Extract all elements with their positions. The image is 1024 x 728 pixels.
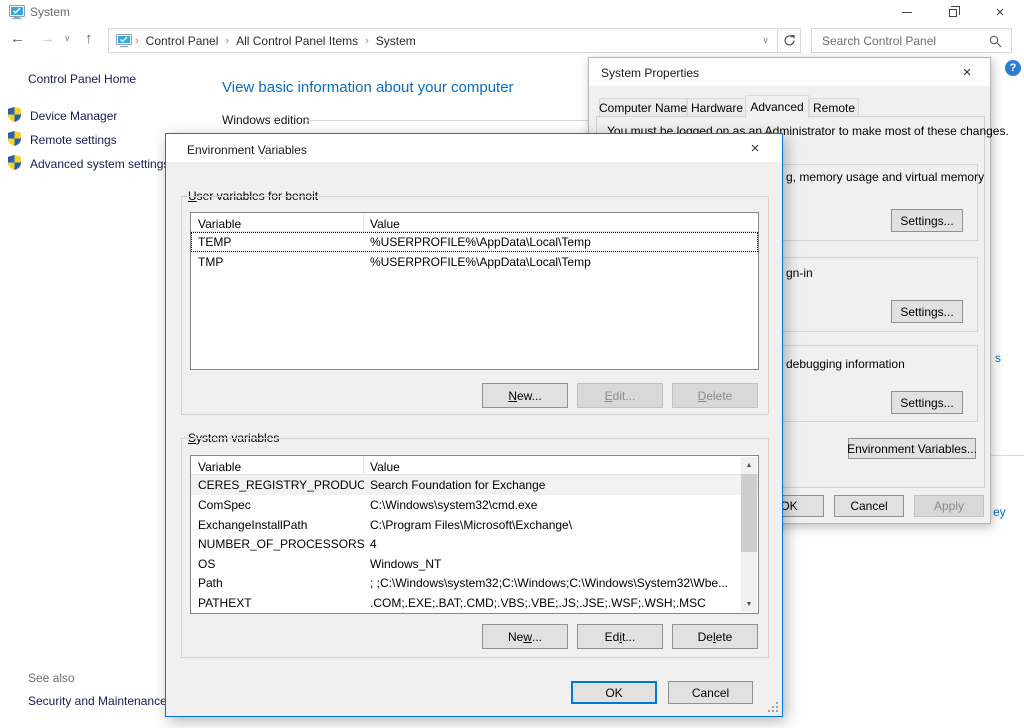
column-variable: Variable	[191, 213, 364, 231]
scroll-up-icon[interactable]: ▲	[741, 457, 757, 473]
table-row[interactable]: CERES_REGISTRY_PRODUCT... Search Foundat…	[191, 475, 758, 495]
sp-apply-button[interactable]: Apply	[914, 495, 984, 517]
sp-cancel-button[interactable]: Cancel	[834, 495, 904, 517]
address-bar[interactable]: › Control Panel › All Control Panel Item…	[108, 28, 778, 53]
environment-variables-dialog: Environment Variables × User variables f…	[165, 133, 783, 717]
search-box[interactable]	[811, 28, 1012, 53]
window-title: System	[30, 5, 70, 19]
breadcrumb-all-items[interactable]: All Control Panel Items	[232, 34, 362, 48]
breadcrumb-control-panel[interactable]: Control Panel	[142, 34, 223, 48]
history-dropdown-icon[interactable]: ∨	[64, 33, 71, 44]
close-icon[interactable]: ×	[950, 59, 984, 85]
restore-icon	[949, 9, 957, 17]
uac-shield-icon	[8, 155, 21, 170]
system-properties-title-bar: System Properties ×	[589, 58, 990, 86]
env-dialog-title: Environment Variables	[187, 143, 307, 157]
scrollbar[interactable]: ▲ ▼	[741, 457, 757, 612]
user-profiles-text-fragment: gn-in	[786, 266, 813, 280]
forward-button[interactable]: →	[40, 30, 55, 47]
user-delete-button[interactable]: Delete	[672, 383, 758, 408]
env-title-bar: Environment Variables ×	[166, 134, 782, 162]
table-row[interactable]: OS Windows_NT	[191, 554, 758, 574]
refresh-button[interactable]	[778, 28, 801, 53]
env-ok-button[interactable]: OK	[571, 681, 657, 704]
sidebar-security-and-maintenance[interactable]: Security and Maintenance	[28, 694, 167, 708]
minimize-button[interactable]	[884, 0, 930, 24]
up-button[interactable]: ↑	[85, 30, 93, 47]
address-dropdown-icon[interactable]: ∨	[762, 35, 769, 46]
table-row[interactable]: TEMP %USERPROFILE%\AppData\Local\Temp	[191, 232, 758, 252]
sidebar-device-manager[interactable]: Device Manager	[30, 109, 117, 123]
tab-computer-name[interactable]: Computer Name	[599, 98, 687, 117]
column-variable: Variable	[191, 456, 364, 474]
user-variables-table: Variable Value TEMP %USERPROFILE%\AppDat…	[190, 212, 759, 370]
close-button[interactable]: ×	[976, 0, 1024, 24]
user-new-button[interactable]: New...	[482, 383, 568, 408]
system-variables-header: Variable Value	[191, 456, 758, 475]
sidebar-advanced-system-settings[interactable]: Advanced system settings	[30, 157, 169, 171]
startup-recovery-settings-button[interactable]: Settings...	[891, 391, 963, 414]
system-app-icon	[9, 5, 25, 20]
tab-hardware[interactable]: Hardware	[687, 98, 747, 117]
sidebar-control-panel-home[interactable]: Control Panel Home	[28, 72, 136, 86]
system-properties-title: System Properties	[601, 66, 699, 80]
performance-settings-button[interactable]: Settings...	[891, 209, 963, 232]
scroll-down-icon[interactable]: ▼	[741, 596, 757, 612]
see-also-heading: See also	[28, 671, 75, 685]
performance-text-fragment: g, memory usage and virtual memory	[786, 170, 984, 184]
resize-grip[interactable]	[768, 702, 770, 704]
search-icon[interactable]	[989, 35, 1002, 48]
column-value: Value	[364, 456, 758, 474]
user-edit-button[interactable]: Edit...	[577, 383, 663, 408]
link-fragment-ey[interactable]: ey	[993, 505, 1006, 519]
refresh-icon	[783, 34, 796, 47]
environment-variables-button[interactable]: Environment Variables...	[848, 438, 976, 459]
page-title: View basic information about your comput…	[222, 79, 514, 96]
tab-remote[interactable]: Remote	[809, 98, 859, 117]
breadcrumb-sep: ›	[362, 35, 372, 47]
section-divider	[307, 120, 600, 121]
tab-advanced[interactable]: Advanced	[745, 95, 809, 118]
column-value: Value	[364, 213, 758, 231]
breadcrumb-system[interactable]: System	[372, 34, 420, 48]
table-row[interactable]: ExchangeInstallPath C:\Program Files\Mic…	[191, 515, 758, 535]
breadcrumb-sep: ›	[222, 35, 232, 47]
table-row[interactable]: PATHEXT .COM;.EXE;.BAT;.CMD;.VBS;.VBE;.J…	[191, 593, 758, 613]
system-edit-button[interactable]: Edit...	[577, 624, 663, 649]
system-delete-button[interactable]: Delete	[672, 624, 758, 649]
table-row[interactable]: NUMBER_OF_PROCESSORS 4	[191, 534, 758, 554]
link-fragment-s[interactable]: s	[995, 351, 1001, 365]
uac-shield-icon	[8, 131, 21, 146]
system-new-button[interactable]: New...	[482, 624, 568, 649]
search-input[interactable]	[820, 31, 980, 50]
divider-fragment	[990, 455, 1024, 456]
table-row[interactable]: TMP %USERPROFILE%\AppData\Local\Temp	[191, 252, 758, 272]
help-icon[interactable]: ?	[1005, 60, 1021, 76]
table-row[interactable]: ComSpec C:\Windows\system32\cmd.exe	[191, 495, 758, 515]
uac-shield-icon	[8, 107, 21, 122]
env-cancel-button[interactable]: Cancel	[668, 681, 753, 704]
system-location-icon	[116, 34, 132, 48]
startup-recovery-text-fragment: debugging information	[786, 357, 905, 371]
table-row[interactable]: Path ; ;C:\Windows\system32;C:\Windows;C…	[191, 573, 758, 593]
scrollbar-thumb[interactable]	[741, 474, 757, 552]
system-variables-table: Variable Value CERES_REGISTRY_PRODUCT...…	[190, 455, 759, 614]
windows-edition-heading: Windows edition	[222, 113, 309, 127]
back-button[interactable]: ←	[10, 30, 25, 47]
title-bar: System ×	[0, 0, 1024, 24]
breadcrumb-sep: ›	[132, 35, 142, 47]
minimize-icon	[902, 12, 912, 13]
sidebar-remote-settings[interactable]: Remote settings	[30, 133, 117, 147]
close-icon[interactable]: ×	[738, 135, 772, 161]
user-variables-header: Variable Value	[191, 213, 758, 232]
restore-button[interactable]	[930, 0, 976, 24]
user-profiles-settings-button[interactable]: Settings...	[891, 300, 963, 323]
